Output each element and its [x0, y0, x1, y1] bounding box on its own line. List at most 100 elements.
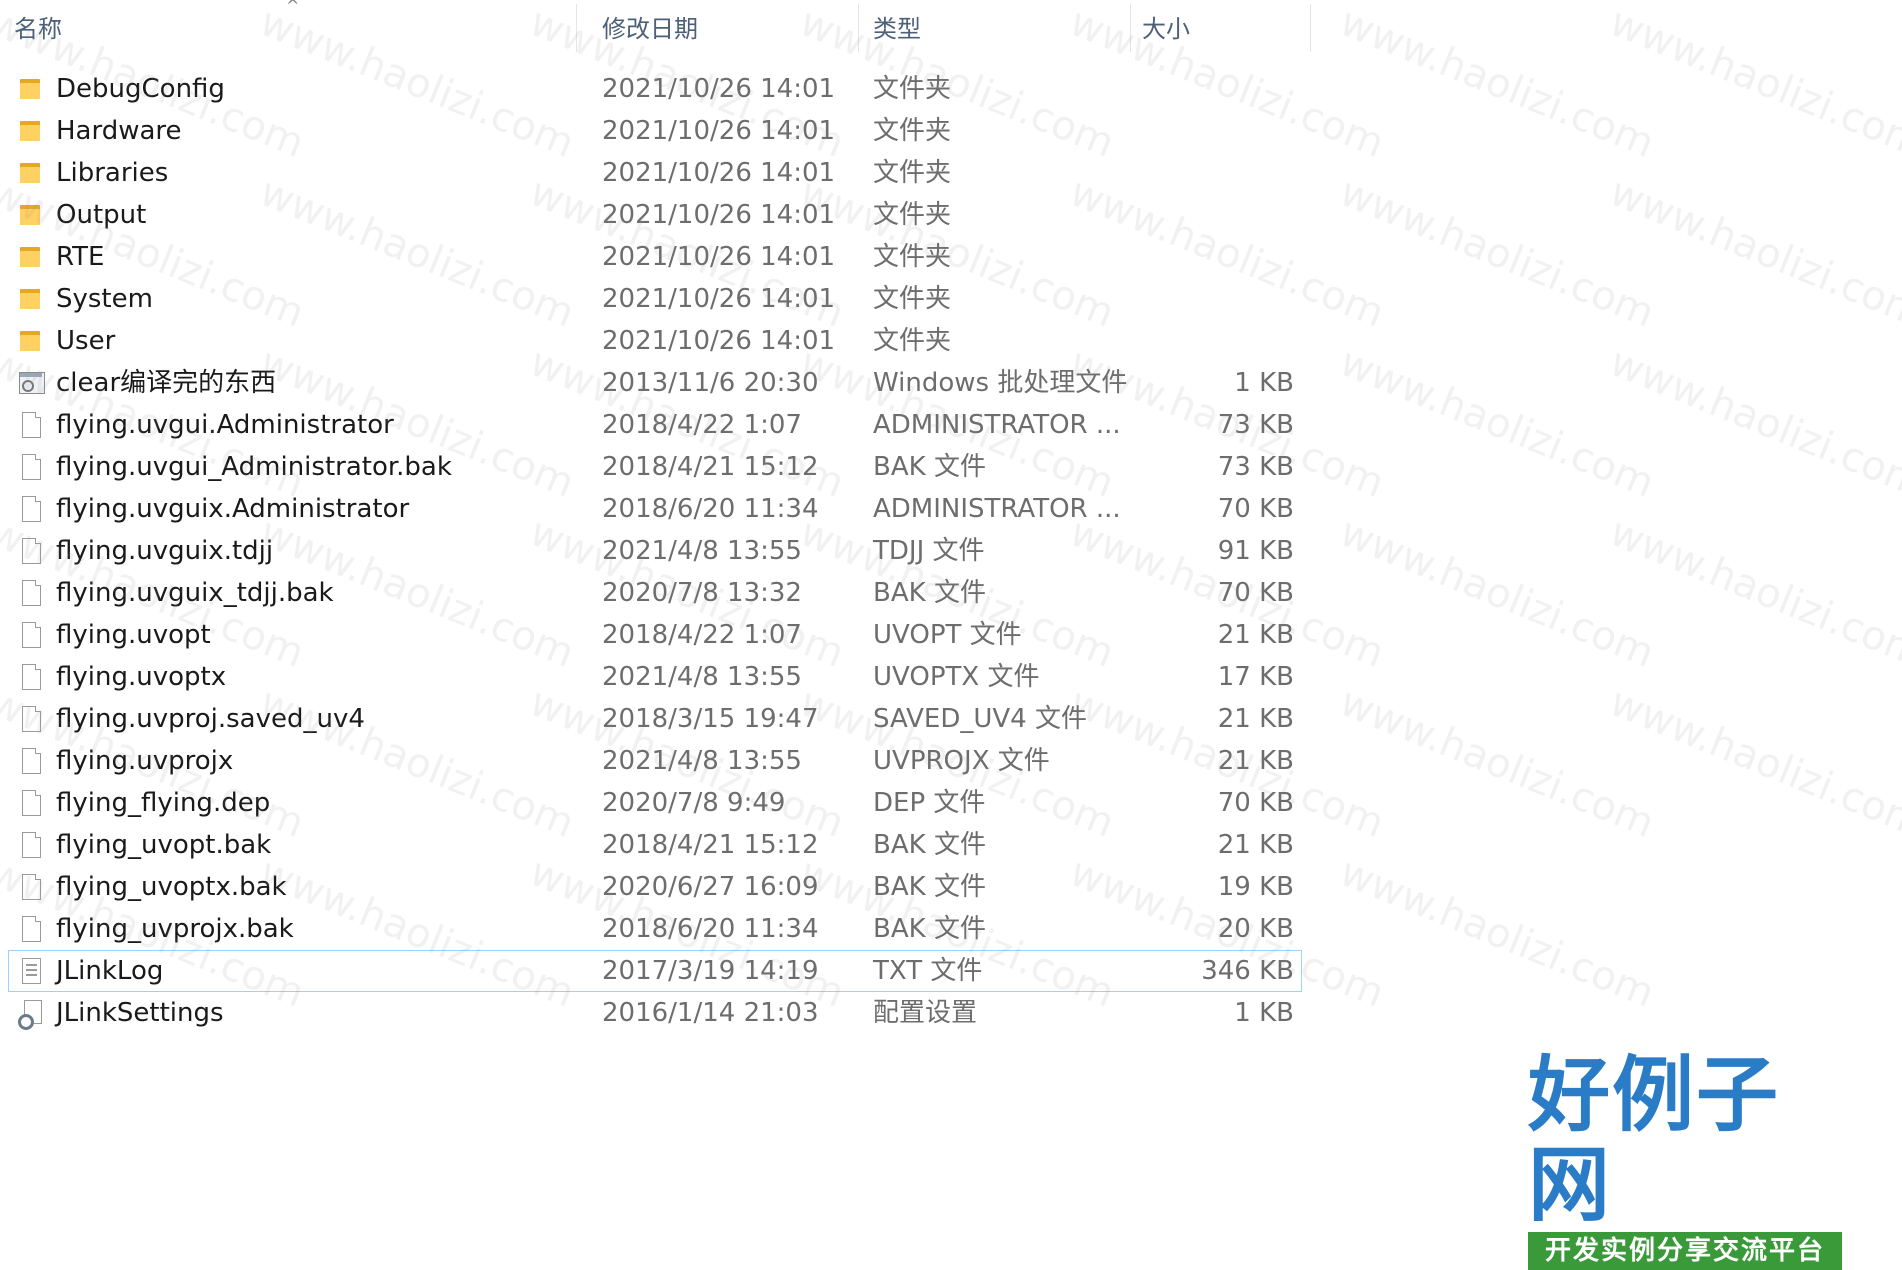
file-size: 91 KB: [1217, 536, 1294, 566]
file-row[interactable]: flying.uvproj.saved_uv4 2018/3/15 19:47 SA…: [0, 698, 1312, 740]
file-row[interactable]: System 2021/10/26 14:01 文件夹: [0, 278, 1312, 320]
file-row[interactable]: DebugConfig 2021/10/26 14:01 文件夹: [0, 68, 1312, 110]
file-row[interactable]: flying_flying.dep 2020/7/8 9:49 DEP 文件 70 K…: [0, 782, 1312, 824]
file-row[interactable]: JLinkSettings 2016/1/14 21:03 配置设置 1 KB: [0, 992, 1312, 1034]
file-size: 20 KB: [1217, 914, 1294, 944]
folder-icon: [18, 159, 44, 187]
file-name[interactable]: flying.uvgui.Administrator: [56, 404, 394, 446]
file-row[interactable]: flying_uvopt.bak 2018/4/21 15:12 BAK 文件 21 …: [0, 824, 1312, 866]
file-row[interactable]: Libraries 2021/10/26 14:01 文件夹: [0, 152, 1312, 194]
file-row[interactable]: flying.uvgui.Administrator 2018/4/22 1:07…: [0, 404, 1312, 446]
file-modified-date: 2018/6/20 11:34: [602, 494, 819, 524]
folder-icon: [18, 75, 44, 103]
file-row[interactable]: flying_uvoptx.bak 2020/6/27 16:09 BAK 文件 19…: [0, 866, 1312, 908]
sort-ascending-icon: ^: [286, 0, 300, 15]
file-size: 21 KB: [1217, 620, 1294, 650]
file-name[interactable]: flying.uvproj.saved_uv4: [56, 698, 365, 740]
text-file-icon: [18, 957, 44, 985]
file-row[interactable]: Output 2021/10/26 14:01 文件夹: [0, 194, 1312, 236]
column-header-name[interactable]: 名称: [14, 12, 62, 46]
file-name[interactable]: flying.uvguix.Administrator: [56, 488, 409, 530]
file-size: 73 KB: [1217, 410, 1294, 440]
file-name[interactable]: flying_flying.dep: [56, 782, 270, 824]
file-icon: [18, 915, 44, 943]
file-type: 文件夹: [873, 242, 952, 272]
file-modified-date: 2021/4/8 13:55: [602, 536, 802, 566]
column-header-type[interactable]: 类型: [873, 12, 921, 46]
file-name[interactable]: flying.uvgui_Administrator.bak: [56, 446, 452, 488]
file-row[interactable]: RTE 2021/10/26 14:01 文件夹: [0, 236, 1312, 278]
column-divider[interactable]: [576, 4, 577, 52]
file-row[interactable]: flying.uvopt 2018/4/22 1:07 UVOPT 文件 21 KB: [0, 614, 1312, 656]
file-row[interactable]: flying.uvgui_Administrator.bak 2018/4/21 …: [0, 446, 1312, 488]
watermark-text: www.haolizi.com: [1603, 339, 1902, 507]
file-type: 文件夹: [873, 284, 952, 314]
file-row[interactable]: User 2021/10/26 14:01 文件夹: [0, 320, 1312, 362]
file-name[interactable]: Hardware: [56, 110, 182, 152]
file-type: 文件夹: [873, 200, 952, 230]
file-name[interactable]: System: [56, 278, 153, 320]
file-name[interactable]: flying.uvprojx: [56, 740, 233, 782]
file-size: 73 KB: [1217, 452, 1294, 482]
column-header-size[interactable]: 大小: [1142, 12, 1190, 46]
file-modified-date: 2021/10/26 14:01: [602, 326, 836, 356]
file-row[interactable]: clear编译完的东西 2013/11/6 20:30 Windows 批处理文件 1…: [0, 362, 1312, 404]
column-divider[interactable]: [858, 4, 859, 52]
file-row[interactable]: flying_uvprojx.bak 2018/6/20 11:34 BAK 文件 2…: [0, 908, 1312, 950]
file-type: TDJJ 文件: [873, 536, 985, 566]
column-divider[interactable]: [1310, 4, 1311, 52]
file-name[interactable]: Libraries: [56, 152, 168, 194]
batch-file-icon: [18, 369, 45, 397]
file-name[interactable]: RTE: [56, 236, 104, 278]
file-icon: [18, 579, 44, 607]
file-modified-date: 2018/4/22 1:07: [602, 620, 802, 650]
file-row[interactable]: flying.uvprojx 2021/4/8 13:55 UVPROJX 文件 21…: [0, 740, 1312, 782]
watermark-text: www.haolizi.com: [1333, 169, 1661, 337]
file-row[interactable]: flying.uvguix_tdjj.bak 2020/7/8 13:32 BAK …: [0, 572, 1312, 614]
file-name[interactable]: flying.uvoptx: [56, 656, 226, 698]
file-size: 21 KB: [1217, 704, 1294, 734]
file-icon: [18, 411, 44, 439]
file-modified-date: 2021/10/26 14:01: [602, 74, 836, 104]
file-name[interactable]: flying_uvprojx.bak: [56, 908, 294, 950]
file-type: SAVED_UV4 文件: [873, 704, 1087, 734]
file-name[interactable]: clear编译完的东西: [56, 362, 276, 404]
file-name[interactable]: flying.uvopt: [56, 614, 211, 656]
file-type: ADMINISTRATOR ...: [873, 410, 1121, 440]
folder-icon: [18, 285, 44, 313]
file-row[interactable]: flying.uvguix.Administrator 2018/6/20 11:…: [0, 488, 1312, 530]
file-name[interactable]: flying.uvguix.tdjj: [56, 530, 273, 572]
file-name[interactable]: flying_uvopt.bak: [56, 824, 271, 866]
file-name[interactable]: JLinkSettings: [56, 992, 224, 1034]
site-logo: 好例子网 开发实例分享交流平台: [1528, 1050, 1842, 1270]
column-header-date[interactable]: 修改日期: [602, 12, 698, 46]
file-name[interactable]: DebugConfig: [56, 68, 225, 110]
file-modified-date: 2021/10/26 14:01: [602, 116, 836, 146]
watermark-text: www.haolizi.com: [1603, 509, 1902, 677]
file-modified-date: 2018/4/21 15:12: [602, 830, 819, 860]
logo-subtitle: 开发实例分享交流平台: [1528, 1232, 1842, 1270]
file-row[interactable]: flying.uvguix.tdjj 2021/4/8 13:55 TDJJ 文件 9…: [0, 530, 1312, 572]
column-divider[interactable]: [1130, 4, 1131, 52]
file-size: 19 KB: [1217, 872, 1294, 902]
watermark-text: www.haolizi.com: [1333, 339, 1661, 507]
watermark-text: www.haolizi.com: [1333, 849, 1661, 1017]
file-size: 21 KB: [1217, 746, 1294, 776]
file-row[interactable]: Hardware 2021/10/26 14:01 文件夹: [0, 110, 1312, 152]
file-icon: [18, 453, 44, 481]
file-icon: [18, 537, 44, 565]
file-icon: [18, 873, 44, 901]
file-type: UVOPT 文件: [873, 620, 1022, 650]
file-type: Windows 批处理文件: [873, 368, 1128, 398]
file-name[interactable]: JLinkLog: [56, 950, 163, 992]
file-name[interactable]: flying.uvguix_tdjj.bak: [56, 572, 334, 614]
file-name[interactable]: flying_uvoptx.bak: [56, 866, 287, 908]
file-modified-date: 2021/10/26 14:01: [602, 200, 836, 230]
watermark-text: www.haolizi.com: [1603, 169, 1902, 337]
file-name[interactable]: Output: [56, 194, 146, 236]
file-row[interactable]: JLinkLog 2017/3/19 14:19 TXT 文件 346 KB: [8, 950, 1302, 992]
file-type: BAK 文件: [873, 830, 986, 860]
file-name[interactable]: User: [56, 320, 115, 362]
file-icon: [18, 621, 44, 649]
file-row[interactable]: flying.uvoptx 2021/4/8 13:55 UVOPTX 文件 17 K…: [0, 656, 1312, 698]
